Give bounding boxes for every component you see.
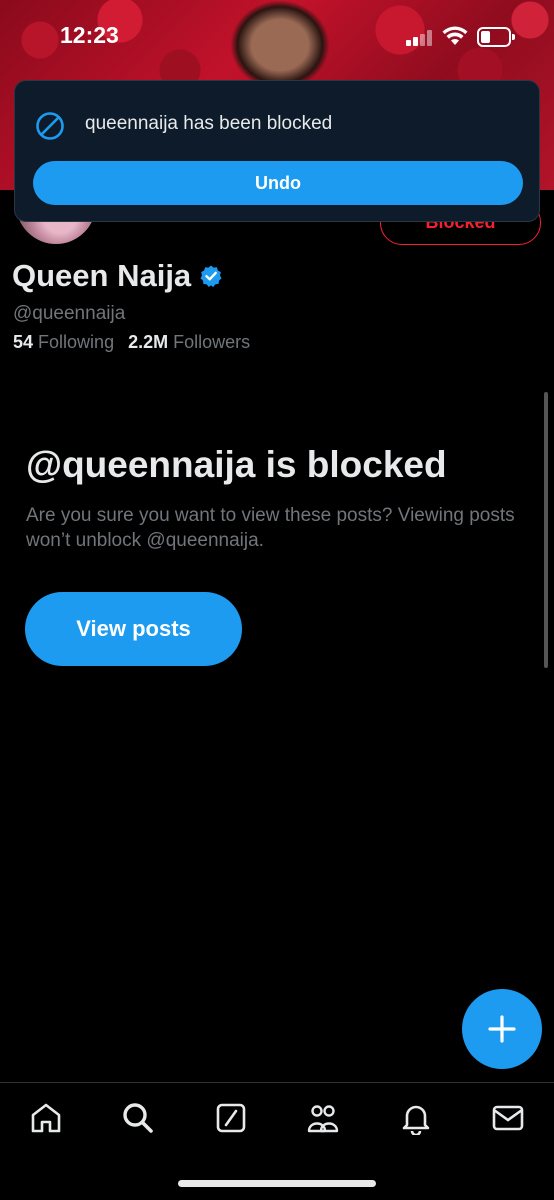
battery-icon [477, 27, 515, 47]
profile-name-row: Queen Naija [12, 258, 223, 294]
communities-icon[interactable] [306, 1101, 340, 1135]
notifications-icon[interactable] [399, 1101, 433, 1135]
blocked-toast: queennaija has been blocked Undo [14, 80, 540, 222]
search-icon[interactable] [121, 1101, 155, 1135]
blocked-title: @queennaija is blocked [26, 444, 447, 485]
scrollbar[interactable] [544, 392, 548, 668]
following-label: Following [38, 332, 115, 352]
verified-badge-icon[interactable] [199, 264, 223, 288]
followers-stat[interactable]: 2.2M Followers [128, 332, 250, 353]
wifi-icon [442, 26, 468, 45]
followers-label: Followers [173, 332, 251, 352]
follow-stats: 54 Following 2.2M Followers [13, 332, 250, 353]
block-icon [36, 112, 64, 140]
blocked-description: Are you sure you want to view these post… [26, 505, 515, 551]
followers-count: 2.2M [128, 332, 169, 352]
following-count: 54 [13, 332, 34, 352]
undo-button[interactable]: Undo [33, 161, 523, 205]
messages-icon[interactable] [491, 1101, 525, 1135]
view-posts-button[interactable]: View posts [25, 592, 242, 666]
home-icon[interactable] [29, 1101, 63, 1135]
home-indicator[interactable] [178, 1180, 376, 1187]
profile-handle: @queennaija [13, 303, 126, 324]
compose-post-button[interactable] [462, 989, 542, 1069]
following-stat[interactable]: 54 Following [13, 332, 114, 353]
profile-name: Queen Naija [12, 258, 192, 293]
toast-message: queennaija has been blocked [85, 113, 333, 134]
cellular-signal-icon [406, 30, 436, 46]
status-time: 12:23 [60, 22, 119, 48]
grok-icon[interactable] [214, 1101, 248, 1135]
plus-icon [488, 1015, 516, 1043]
status-bar: 12:23 [0, 0, 554, 72]
